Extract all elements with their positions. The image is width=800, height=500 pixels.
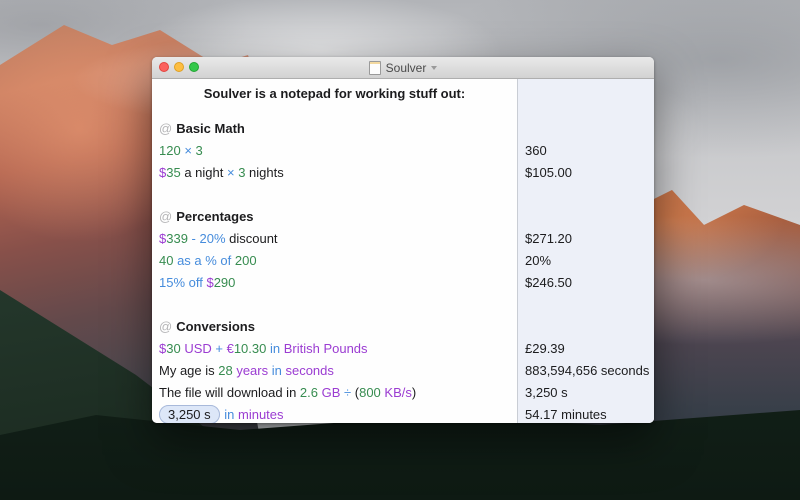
section-prefix: @ — [152, 319, 172, 334]
expression-token: The file will download in — [159, 385, 300, 400]
expression-text[interactable]: $35 a night × 3 nights — [152, 165, 284, 180]
expression-token: discount — [229, 231, 277, 246]
expression-token: $ — [206, 275, 213, 290]
expression-token: USD — [181, 341, 212, 356]
app-window[interactable]: Soulver Soulver is a notepad for working… — [152, 57, 654, 423]
expression-text[interactable]: The file will download in 2.6 GB ÷ (800 … — [152, 385, 416, 400]
expression-token: 30 — [166, 341, 180, 356]
section-prefix: @ — [152, 209, 172, 224]
expression-token: 290 — [214, 275, 236, 290]
result-value: $271.20 — [525, 228, 572, 250]
expression-token: in — [268, 363, 285, 378]
section-heading[interactable]: @ Percentages — [152, 206, 654, 228]
title-group: Soulver — [152, 57, 654, 78]
expression-token: British Pounds — [284, 341, 368, 356]
expression-token: 3 — [196, 143, 203, 158]
expression-text[interactable]: 3,250 s in minutes — [152, 407, 284, 422]
expression-token: 339 — [166, 231, 188, 246]
result-value: $246.50 — [525, 272, 572, 294]
expression-token: minutes — [238, 407, 284, 422]
expression-token: nights — [245, 165, 283, 180]
calc-row[interactable]: My age is 28 years in seconds 883,594,656… — [152, 360, 654, 382]
document-icon — [369, 61, 381, 75]
note-section: @Basic Math120 × 3360$35 a night × 3 nig… — [152, 118, 654, 184]
calc-row[interactable]: $339 - 20% discount $271.20 — [152, 228, 654, 250]
calc-row[interactable]: The file will download in 2.6 GB ÷ (800 … — [152, 382, 654, 404]
note-lines: @Basic Math120 × 3360$35 a night × 3 nig… — [152, 118, 654, 423]
section-label: Percentages — [176, 209, 253, 224]
section-label: Conversions — [176, 319, 255, 334]
calc-row[interactable]: 15% off $290 $246.50 — [152, 272, 654, 294]
expression-text[interactable]: 120 × 3 — [152, 143, 203, 158]
section-prefix: @ — [152, 121, 172, 136]
notepad-content: Soulver is a notepad for working stuff o… — [152, 79, 654, 423]
calc-row[interactable]: 40 as a % of 200 20% — [152, 250, 654, 272]
expression-token: seconds — [285, 363, 333, 378]
expression-text[interactable]: My age is 28 years in seconds — [152, 363, 334, 378]
calc-row[interactable]: 3,250 s in minutes 54.17 minutes — [152, 404, 654, 423]
note-section: @ Conversions $30 USD + €10.30 in British … — [152, 316, 654, 423]
expression-token: × — [227, 165, 238, 180]
result-value: 883,594,656 seconds — [525, 360, 649, 382]
expression-text[interactable]: 15% off $290 — [152, 275, 235, 290]
expression-token: + — [212, 341, 227, 356]
expression-token: 2.6 — [300, 385, 318, 400]
expression-token: in — [221, 407, 238, 422]
note-header-line[interactable]: Soulver is a notepad for working stuff o… — [152, 84, 517, 104]
expression-token: 40 — [159, 253, 173, 268]
title-bar[interactable]: Soulver — [152, 57, 654, 79]
expression-token: as a % of — [173, 253, 234, 268]
note-section: @Percentages$339 - 20% discount$271.2040… — [152, 206, 654, 294]
window-title: Soulver — [386, 61, 427, 75]
chevron-down-icon[interactable] — [431, 66, 437, 70]
result-value: 54.17 minutes — [525, 404, 607, 423]
expression-token: - 20% — [188, 231, 229, 246]
calc-row[interactable]: 120 × 3 360 — [152, 140, 654, 162]
expression-text[interactable]: 40 as a % of 200 — [152, 253, 257, 268]
expression-token: 35 — [166, 165, 180, 180]
expression-text[interactable]: $30 USD + €10.30 in British Pounds — [152, 341, 368, 356]
expression-token: 10.30 — [234, 341, 267, 356]
section-heading[interactable]: @ Conversions — [152, 316, 654, 338]
expression-token: a night — [181, 165, 227, 180]
calc-row[interactable]: $30 USD + €10.30 in British Pounds £29.39 — [152, 338, 654, 360]
expression-token: My age is — [159, 363, 218, 378]
section-label: Basic Math — [176, 121, 245, 136]
expression-token: 28 — [218, 363, 232, 378]
expression-token: × — [181, 143, 196, 158]
result-value: 20% — [525, 250, 551, 272]
expression-token: 800 — [359, 385, 381, 400]
expression-token: KB/s — [381, 385, 412, 400]
result-value: $105.00 — [525, 162, 572, 184]
expression-token: ) — [412, 385, 416, 400]
expression-token: 120 — [159, 143, 181, 158]
section-heading[interactable]: @ Basic Math — [152, 118, 654, 140]
result-value: 360 — [525, 140, 547, 162]
calc-row[interactable]: $35 a night × 3 nights $105.00 — [152, 162, 654, 184]
expression-token: 200 — [235, 253, 257, 268]
expression-token: years — [233, 363, 268, 378]
expression-token: GB — [318, 385, 340, 400]
result-value: 3,250 s — [525, 382, 568, 404]
expression-token: € — [227, 341, 234, 356]
value-token-pill: 3,250 s — [159, 405, 220, 423]
expression-token: ÷ — [340, 385, 354, 400]
result-value: £29.39 — [525, 338, 565, 360]
expression-token: in — [266, 341, 283, 356]
expression-text[interactable]: $339 - 20% discount — [152, 231, 278, 246]
expression-token: 15% off — [159, 275, 206, 290]
